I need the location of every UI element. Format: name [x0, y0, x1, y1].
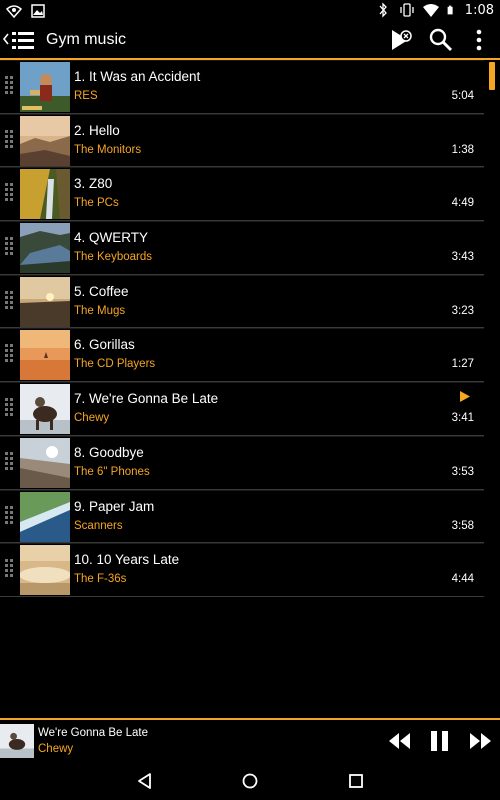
back-nav-icon[interactable]	[135, 771, 155, 791]
back-icon[interactable]	[2, 32, 10, 46]
album-art	[20, 491, 70, 542]
drag-handle-icon[interactable]	[5, 451, 15, 472]
track-row[interactable]: 1. It Was an Accident RES 5:04	[0, 60, 484, 114]
track-artist: The 6" Phones	[74, 465, 150, 478]
drag-handle-icon[interactable]	[5, 183, 15, 203]
track-artist: The Keyboards	[74, 251, 152, 264]
track-title: 7. We're Gonna Be Late	[74, 391, 219, 407]
status-bar: 1:08	[0, 0, 500, 22]
track-duration: 3:43	[451, 251, 474, 264]
track-title: 10. 10 Years Late	[74, 552, 180, 568]
fast-forward-icon[interactable]	[468, 730, 492, 752]
drag-handle-icon[interactable]	[5, 344, 15, 364]
track-duration: 1:38	[451, 143, 474, 156]
battery-icon	[447, 5, 453, 15]
track-artist: RES	[74, 90, 98, 102]
track-duration: 5:04	[451, 90, 474, 102]
track-title: 4. QWERTY	[74, 230, 149, 246]
track-title: 2. Hello	[74, 122, 120, 138]
album-art	[20, 384, 70, 435]
page-title: Gym music	[46, 31, 126, 48]
rewind-icon[interactable]	[388, 730, 412, 752]
scroll-indicator[interactable]	[489, 62, 495, 90]
home-nav-icon[interactable]	[240, 771, 260, 791]
album-art	[20, 62, 70, 112]
track-artist: Chewy	[74, 412, 110, 425]
track-row[interactable]: 9. Paper Jam Scanners 3:58	[0, 489, 484, 544]
track-title: 5. Coffee	[74, 283, 129, 299]
track-row[interactable]: 3. Z80 The PCs 4:49	[0, 167, 484, 222]
menu-icon[interactable]	[12, 29, 34, 51]
album-art	[20, 437, 70, 488]
track-artist: The CD Players	[74, 358, 156, 371]
drag-handle-icon[interactable]	[5, 129, 15, 150]
overflow-menu-icon[interactable]	[466, 27, 492, 53]
track-duration: 4:49	[451, 197, 474, 210]
track-duration: 3:41	[451, 412, 474, 425]
track-title: 6. Gorillas	[74, 337, 135, 353]
track-title: 8. Goodbye	[74, 444, 144, 460]
album-art	[20, 545, 70, 596]
drag-handle-icon[interactable]	[5, 76, 15, 96]
now-playing-bar[interactable]: We're Gonna Be Late Chewy	[0, 718, 500, 762]
track-row[interactable]: 6. Gorillas The CD Players 1:27	[0, 328, 484, 383]
track-duration: 3:58	[451, 519, 474, 532]
drag-handle-icon[interactable]	[5, 237, 15, 257]
album-art	[20, 115, 70, 166]
track-duration: 3:23	[451, 304, 474, 317]
status-right-icons: 1:08	[375, 2, 494, 18]
album-art	[20, 223, 70, 274]
track-row[interactable]: 10. 10 Years Late The F-36s 4:44	[0, 543, 484, 597]
bluetooth-icon	[379, 2, 387, 18]
now-playing-album-art[interactable]	[0, 724, 34, 758]
wifi-signal-icon	[422, 4, 439, 17]
track-row-now-playing[interactable]: 7. We're Gonna Be Late Chewy 3:41	[0, 382, 484, 436]
drag-handle-icon[interactable]	[5, 290, 15, 311]
track-duration: 3:53	[451, 465, 474, 478]
track-duration: 4:44	[451, 573, 474, 586]
album-art	[20, 169, 70, 220]
status-left-icons	[6, 3, 46, 19]
track-row[interactable]: 2. Hello The Monitors 1:38	[0, 113, 484, 168]
track-title: 9. Paper Jam	[74, 498, 155, 514]
track-artist: The Monitors	[74, 143, 142, 156]
navigation-bar	[0, 762, 500, 800]
now-playing-artist: Chewy	[38, 743, 74, 755]
pause-icon[interactable]	[428, 730, 452, 752]
drag-handle-icon[interactable]	[5, 559, 15, 579]
track-artist: The PCs	[74, 197, 119, 210]
album-art	[20, 276, 70, 327]
play-queue-icon[interactable]	[388, 27, 414, 53]
recents-nav-icon[interactable]	[346, 771, 366, 791]
now-playing-title: We're Gonna Be Late	[38, 727, 149, 739]
track-artist: Scanners	[74, 519, 123, 532]
search-icon[interactable]	[428, 27, 454, 53]
track-row[interactable]: 4. QWERTY The Keyboards 3:43	[0, 221, 484, 275]
track-artist: The Mugs	[74, 304, 126, 317]
wifi-settings-icon	[6, 5, 22, 19]
image-icon	[31, 4, 45, 18]
vibrate-icon	[400, 3, 414, 17]
track-row[interactable]: 8. Goodbye The 6" Phones 3:53	[0, 435, 484, 490]
status-time: 1:08	[464, 2, 494, 18]
album-art	[20, 330, 70, 381]
drag-handle-icon[interactable]	[5, 505, 15, 526]
track-artist: The F-36s	[74, 573, 127, 586]
action-bar: Gym music	[0, 22, 500, 60]
track-title: 1. It Was an Accident	[74, 69, 201, 84]
track-title: 3. Z80	[74, 176, 113, 192]
track-row[interactable]: 5. Coffee The Mugs 3:23	[0, 274, 484, 329]
drag-handle-icon[interactable]	[5, 398, 15, 418]
track-duration: 1:27	[451, 358, 474, 371]
track-list: 1. It Was an Accident RES 5:04 2. Hello …	[0, 60, 484, 597]
now-playing-icon	[460, 391, 470, 403]
